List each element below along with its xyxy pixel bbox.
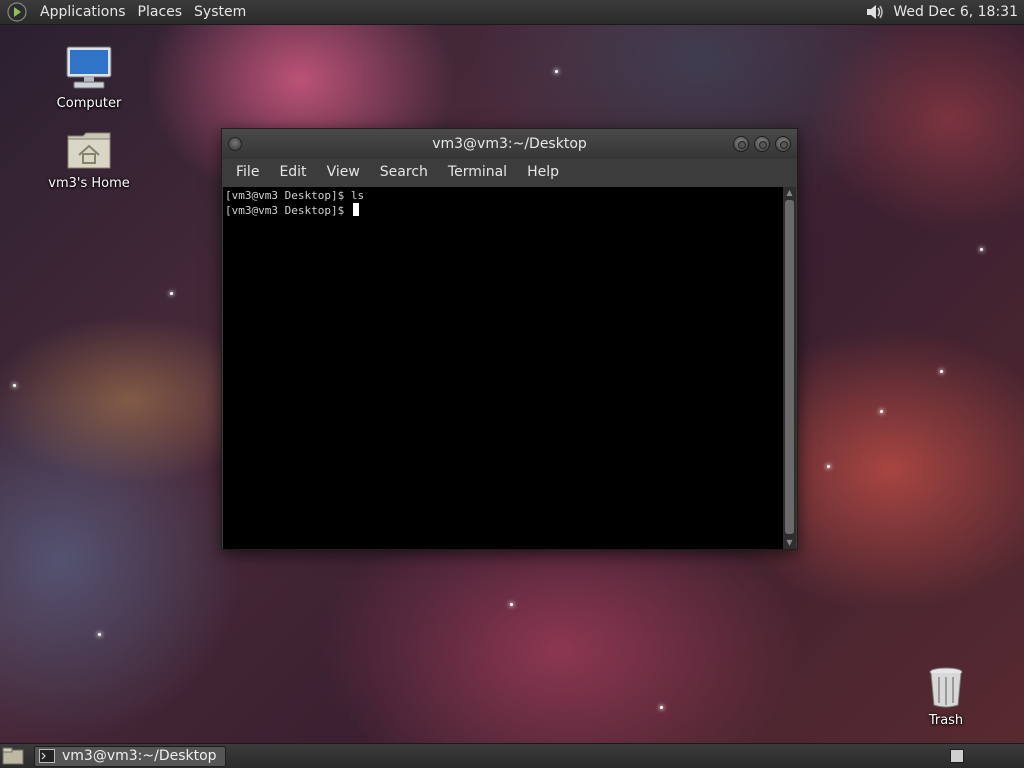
- workspace-switcher[interactable]: [950, 749, 964, 763]
- desktop-icon-home[interactable]: vm3's Home: [43, 128, 135, 191]
- star: [660, 706, 663, 709]
- show-desktop-icon[interactable]: [2, 747, 24, 765]
- star: [880, 410, 883, 413]
- home-folder-icon: [67, 132, 111, 169]
- menu-file[interactable]: File: [226, 159, 269, 186]
- window-controls: [733, 136, 791, 152]
- taskbar-terminal-button[interactable]: vm3@vm3:~/Desktop: [34, 745, 226, 767]
- star: [510, 603, 513, 606]
- close-button[interactable]: [775, 136, 791, 152]
- terminal-icon: [39, 749, 55, 763]
- window-title: vm3@vm3:~/Desktop: [432, 136, 587, 152]
- terminal-line: [vm3@vm3 Desktop]$ ls: [225, 189, 365, 202]
- star: [13, 384, 16, 387]
- desktop-icon-label: vm3's Home: [48, 176, 130, 191]
- desktop-icon-label: Trash: [928, 713, 964, 728]
- terminal-menubar: File Edit View Search Terminal Help: [222, 159, 797, 186]
- trash-icon: [929, 667, 963, 708]
- star: [555, 70, 558, 73]
- maximize-button[interactable]: [754, 136, 770, 152]
- desktop-icon-computer[interactable]: Computer: [48, 44, 130, 111]
- star: [170, 292, 173, 295]
- scroll-up-icon[interactable]: ▲: [783, 187, 796, 199]
- applications-menu[interactable]: Applications: [34, 0, 132, 25]
- menu-terminal[interactable]: Terminal: [438, 159, 517, 186]
- terminal-prompt: [vm3@vm3 Desktop]$: [225, 204, 351, 217]
- top-panel: Applications Places System Wed Dec 6, 18…: [0, 0, 1024, 25]
- terminal-prompt-line: [vm3@vm3 Desktop]$: [225, 203, 782, 218]
- scroll-down-icon[interactable]: ▼: [783, 537, 796, 549]
- star: [940, 370, 943, 373]
- places-menu[interactable]: Places: [132, 0, 189, 25]
- terminal-scrollbar[interactable]: ▲ ▼: [783, 187, 796, 549]
- star: [980, 248, 983, 251]
- minimize-button[interactable]: [733, 136, 749, 152]
- clock[interactable]: Wed Dec 6, 18:31: [893, 4, 1018, 20]
- bottom-panel: vm3@vm3:~/Desktop: [0, 743, 1024, 768]
- gnome-foot-icon[interactable]: [6, 1, 28, 23]
- titlebar[interactable]: vm3@vm3:~/Desktop: [222, 129, 797, 159]
- menu-edit[interactable]: Edit: [269, 159, 316, 186]
- menu-view[interactable]: View: [317, 159, 370, 186]
- computer-icon: [66, 46, 112, 89]
- desktop-icon-trash[interactable]: Trash: [916, 665, 976, 728]
- scrollbar-thumb[interactable]: [785, 200, 794, 534]
- text-cursor: [352, 203, 359, 216]
- menu-help[interactable]: Help: [517, 159, 569, 186]
- star: [98, 633, 101, 636]
- star: [827, 465, 830, 468]
- taskbar-button-label: vm3@vm3:~/Desktop: [62, 748, 217, 764]
- menu-search[interactable]: Search: [370, 159, 438, 186]
- window-menu-button[interactable]: [228, 137, 242, 151]
- system-menu[interactable]: System: [188, 0, 252, 25]
- speaker-icon[interactable]: [863, 1, 885, 23]
- desktop-icon-label: Computer: [56, 96, 122, 111]
- terminal-output[interactable]: [vm3@vm3 Desktop]$ ls [vm3@vm3 Desktop]$: [223, 187, 784, 549]
- terminal-window[interactable]: vm3@vm3:~/Desktop File Edit View Search …: [221, 128, 798, 550]
